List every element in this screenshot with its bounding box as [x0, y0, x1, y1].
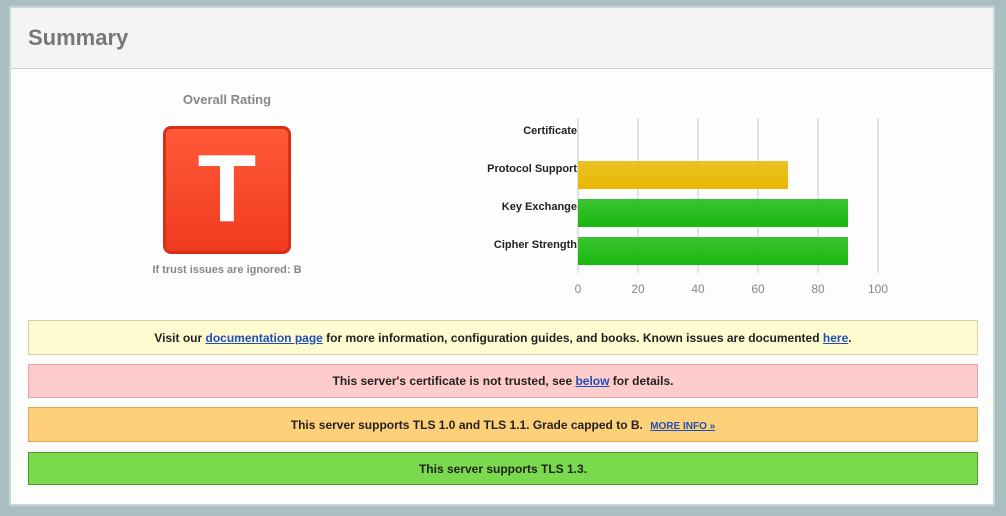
- tls-notice-text: This server supports TLS 1.0 and TLS 1.1…: [290, 417, 643, 432]
- panel-header: Summary: [11, 8, 993, 69]
- bar-key-exchange: [578, 199, 848, 227]
- tick-label-0: 0: [574, 282, 582, 296]
- category-label-cipher-strength: Cipher Strength: [493, 239, 577, 251]
- bar-cipher-strength: [578, 237, 848, 265]
- doc-notice-middle: for more information, configuration guid…: [322, 330, 823, 345]
- more-info-link[interactable]: MORE INFO »: [650, 421, 715, 432]
- tick-label-20: 20: [631, 282, 645, 296]
- category-label-key-exchange: Key Exchange: [501, 201, 577, 213]
- tick-label-100: 100: [867, 282, 889, 296]
- cert-notice-suffix: for details.: [609, 374, 674, 388]
- tick-label-40: 40: [691, 282, 705, 296]
- doc-notice-prefix: Visit our: [154, 330, 206, 345]
- tick-label-80: 80: [811, 282, 825, 296]
- cert-notice-prefix: This server's certificate is not trusted…: [332, 374, 576, 388]
- overall-rating-label: Overall Rating: [182, 92, 272, 107]
- grade-badge: T: [163, 126, 291, 254]
- doc-notice-suffix: .: [848, 330, 852, 345]
- certificate-warning-notice: This server's certificate is not trusted…: [28, 364, 978, 398]
- tls13-notice-text: This server supports TLS 1.3.: [418, 461, 588, 476]
- documentation-page-link[interactable]: documentation page: [206, 331, 323, 345]
- tls13-notice: This server supports TLS 1.3.: [28, 452, 978, 485]
- documentation-notice: Visit our documentation page for more in…: [28, 320, 978, 355]
- page-frame: Summary Overall Rating T If trust issues…: [0, 0, 1006, 516]
- ignored-trust-note: If trust issues are ignored: B: [152, 264, 302, 276]
- tick-label-60: 60: [751, 282, 765, 296]
- bar-protocol-support: [578, 161, 788, 189]
- panel-title: Summary: [28, 25, 129, 50]
- summary-panel: Summary Overall Rating T If trust issues…: [9, 6, 995, 506]
- chart-canvas: [577, 118, 879, 273]
- category-label-certificate: Certificate: [523, 125, 577, 137]
- category-label-protocol-support: Protocol Support: [487, 163, 577, 175]
- tls-legacy-notice: This server supports TLS 1.0 and TLS 1.1…: [28, 407, 978, 442]
- certificate-details-link[interactable]: below: [575, 374, 609, 388]
- known-issues-link[interactable]: here: [823, 331, 848, 345]
- rating-bar-chart: Certificate Protocol Support Key Exchang…: [431, 108, 891, 298]
